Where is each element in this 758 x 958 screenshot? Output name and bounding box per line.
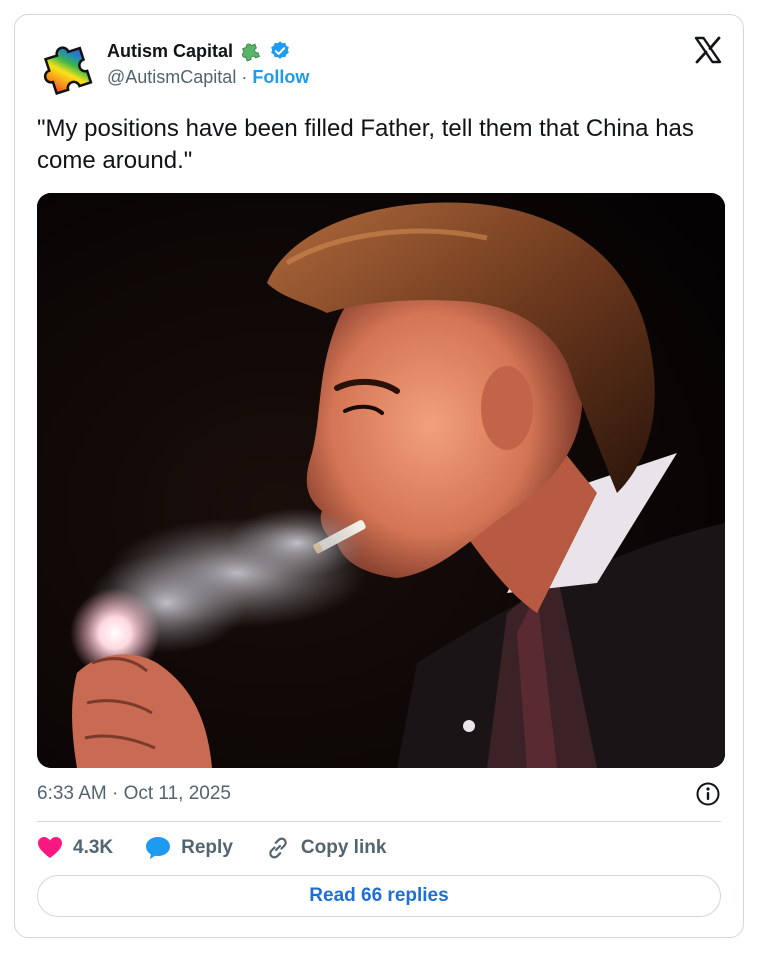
like-count: 4.3K	[73, 837, 114, 858]
read-replies-button[interactable]: Read 66 replies	[37, 875, 721, 917]
separator-dot: ·	[241, 67, 253, 87]
tweet-card: Autism Capital @AutismCapital · Follow "…	[14, 14, 744, 938]
author-handle[interactable]: @AutismCapital	[107, 67, 236, 87]
author-name-row: Autism Capital	[107, 39, 291, 63]
author-display-name[interactable]: Autism Capital	[107, 41, 233, 62]
link-icon	[269, 837, 287, 859]
copy-link-button[interactable]: Copy link	[265, 835, 387, 861]
action-bar: 4.3K Reply Copy link	[37, 833, 418, 863]
like-button[interactable]: 4.3K	[37, 836, 113, 860]
avatar[interactable]	[37, 37, 97, 97]
follow-button[interactable]: Follow	[252, 67, 309, 87]
green-puzzle-piece-icon	[242, 43, 261, 62]
divider	[37, 821, 721, 822]
info-icon	[696, 782, 720, 806]
heart-icon	[38, 837, 62, 858]
read-replies-label: Read 66 replies	[309, 885, 449, 906]
verified-check-icon	[271, 41, 289, 59]
speech-bubble-icon	[146, 837, 171, 859]
x-logo-link[interactable]	[693, 35, 723, 65]
copy-link-label: Copy link	[300, 837, 387, 858]
x-logo-icon	[694, 36, 722, 64]
reply-label: Reply	[181, 837, 233, 858]
tweet-media-image[interactable]	[37, 193, 725, 768]
reply-button[interactable]: Reply	[145, 836, 233, 860]
info-button[interactable]	[695, 781, 721, 807]
tweet-timestamp[interactable]: 6:33 AM · Oct 11, 2025	[37, 783, 231, 805]
author-handle-row: @AutismCapital · Follow	[107, 67, 309, 88]
media-photo	[37, 193, 725, 768]
rainbow-puzzle-piece-icon	[43, 46, 93, 96]
tweet-text: "My positions have been filled Father, t…	[37, 115, 694, 174]
